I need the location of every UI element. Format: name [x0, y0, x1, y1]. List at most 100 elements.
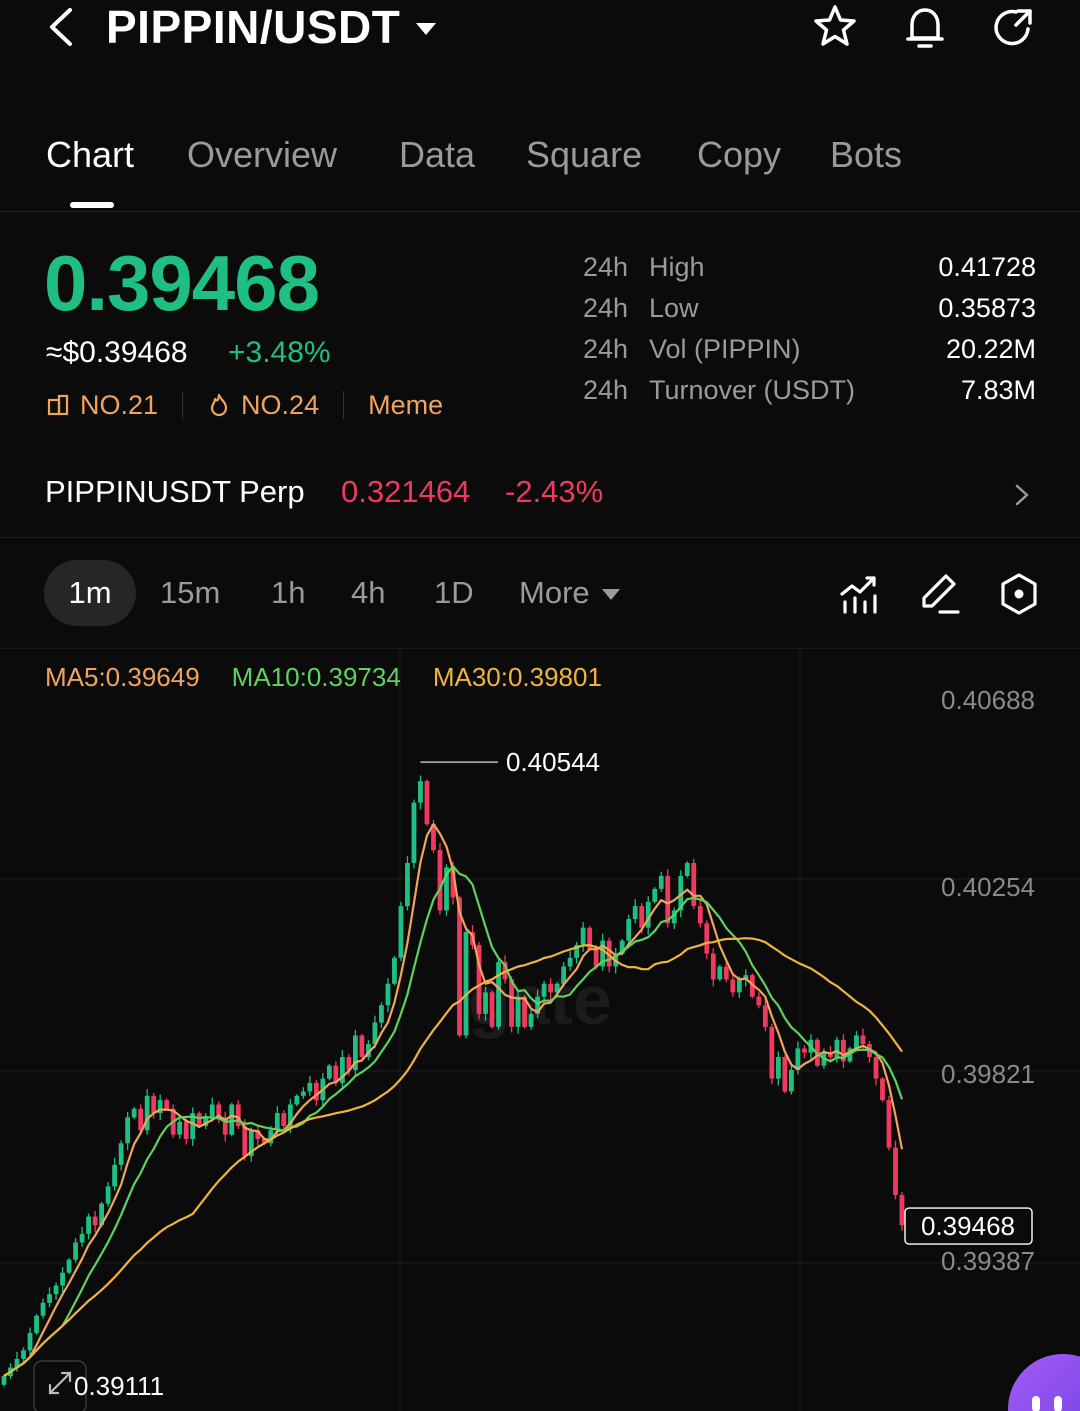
interval-4h[interactable]: 4h	[351, 560, 385, 626]
candle-body	[730, 979, 736, 993]
rank-badge[interactable]: NO.21	[46, 390, 158, 421]
candle-body	[307, 1082, 313, 1092]
stat-turnover: 24h Turnover (USDT) 7.83M	[583, 375, 1036, 416]
y-tick-label: 0.39387	[941, 1246, 1035, 1276]
candle-body	[112, 1164, 118, 1187]
candle-body	[684, 862, 690, 876]
stat-period: 24h	[583, 334, 629, 364]
ma10-label: MA10:0.39734	[231, 662, 401, 692]
interval-1h[interactable]: 1h	[271, 560, 305, 626]
candle-body	[294, 1095, 300, 1105]
candle-body	[775, 1057, 781, 1079]
tab-copy[interactable]: Copy	[697, 134, 781, 176]
candle-body	[483, 992, 488, 1014]
candle-body	[632, 906, 638, 920]
stat-period: 24h	[583, 252, 629, 282]
candle-body	[723, 966, 729, 980]
more-label: More	[519, 575, 590, 610]
stat-label: High	[649, 252, 705, 282]
stat-volume: 24h Vol (PIPPIN) 20.22M	[583, 334, 1036, 375]
candle-body	[860, 1035, 866, 1045]
candle-body	[496, 962, 501, 1027]
tab-overview[interactable]: Overview	[187, 134, 337, 176]
candle-body	[437, 850, 443, 911]
min-price-label: 0.39111	[74, 1371, 164, 1401]
candle-body	[66, 1259, 72, 1273]
stat-period: 24h	[583, 375, 629, 405]
interval-1d[interactable]: 1D	[434, 560, 474, 626]
stat-label: Low	[649, 293, 699, 323]
perp-link-row[interactable]: PIPPINUSDT Perp 0.321464 -2.43%	[0, 452, 1080, 538]
y-tick-label: 0.40688	[941, 685, 1035, 715]
candle-body	[639, 906, 645, 928]
candle-body	[164, 1100, 170, 1109]
candle-body	[658, 875, 664, 889]
candle-body	[769, 1026, 775, 1079]
candle-body	[235, 1104, 241, 1127]
settings-hex-icon[interactable]	[995, 570, 1043, 618]
candle-body	[86, 1216, 91, 1234]
candle-body	[418, 781, 423, 803]
candle-body	[886, 1100, 892, 1148]
candle-body	[183, 1121, 189, 1139]
candle-body	[118, 1143, 124, 1165]
candle-body	[411, 802, 417, 863]
stat-high: 24h High 0.41728	[583, 252, 1036, 293]
candle-body	[398, 906, 404, 958]
candle-body	[196, 1113, 202, 1127]
interval-15m[interactable]: 15m	[160, 560, 220, 626]
tab-data[interactable]: Data	[399, 134, 475, 176]
flame-icon	[210, 393, 228, 417]
pair-selector[interactable]: PIPPIN/USDT	[106, 0, 437, 54]
candle-body	[274, 1113, 280, 1131]
draw-pen-icon[interactable]	[916, 570, 964, 618]
candlestick-chart[interactable]: gate 0.40688 0.40254 0.39821 0.39387 0.4054…	[0, 649, 1080, 1411]
candle-body	[242, 1126, 248, 1157]
rank-icon	[47, 394, 69, 416]
candle-body	[79, 1233, 85, 1243]
top-bar: PIPPIN/USDT	[0, 0, 1080, 60]
candle-body	[34, 1315, 39, 1334]
star-icon[interactable]	[810, 2, 860, 52]
stat-label: Vol (PIPPIN)	[649, 334, 801, 364]
tab-chart[interactable]: Chart	[46, 134, 134, 176]
tab-bar: Chart Overview Data Square Copy Bots	[0, 130, 1080, 212]
stat-period: 24h	[583, 293, 629, 323]
candle-body	[489, 992, 495, 1027]
candle-body	[873, 1057, 879, 1079]
rank-badge-label: NO.21	[80, 389, 159, 420]
interval-1m[interactable]: 1m	[44, 560, 136, 626]
candle-body	[392, 957, 397, 984]
candle-body	[782, 1057, 788, 1092]
candle-body	[697, 906, 703, 924]
interval-bar: 1m 15m 1h 4h 1D More	[0, 560, 1080, 628]
active-tab-indicator	[70, 202, 114, 208]
candle-body	[762, 1005, 768, 1027]
change-percent: +3.48%	[228, 336, 331, 369]
indicator-icon[interactable]	[836, 570, 884, 618]
bell-icon[interactable]	[900, 2, 950, 52]
y-axis: 0.40688 0.40254 0.39821 0.39387	[941, 685, 1035, 1276]
stat-low: 24h Low 0.35873	[583, 293, 1036, 334]
candle-body	[899, 1195, 905, 1226]
candle-body	[92, 1216, 98, 1226]
category-badge[interactable]: Meme	[368, 390, 443, 421]
candle-body	[281, 1113, 287, 1127]
candle-body	[209, 1104, 215, 1118]
candle-body	[300, 1091, 306, 1096]
candle-body	[1, 1376, 7, 1385]
tab-square[interactable]: Square	[526, 134, 642, 176]
chevron-left-icon[interactable]	[40, 4, 84, 50]
tab-bots[interactable]: Bots	[830, 134, 902, 176]
candle-body	[548, 983, 554, 993]
y-tick-label: 0.39821	[941, 1059, 1035, 1089]
hot-badge[interactable]: NO.24	[207, 390, 319, 421]
divider	[343, 391, 345, 419]
candle-body	[756, 996, 762, 1006]
interval-more[interactable]: More	[519, 560, 620, 626]
candle-body	[385, 983, 391, 1006]
candle-body	[379, 1005, 384, 1023]
share-icon[interactable]	[988, 2, 1038, 52]
candle-body	[717, 966, 723, 980]
pair-title: PIPPIN/USDT	[106, 1, 401, 53]
